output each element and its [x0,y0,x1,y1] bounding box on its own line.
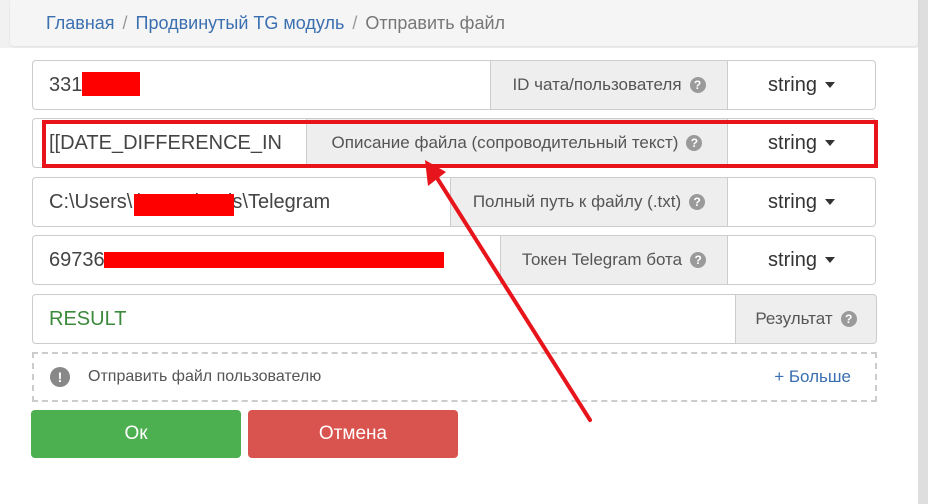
help-icon[interactable]: ? [690,252,707,268]
caret-down-icon [824,199,835,205]
file-path-input[interactable]: C:\Users\ \Downloads\Telegram [32,177,450,227]
annotation-highlight-box [42,120,878,168]
result-label-text: Результат [755,309,833,328]
cancel-button[interactable]: Отмена [248,410,458,458]
breadcrumb-home[interactable]: Главная [46,13,115,34]
breadcrumb-current: Отправить файл [365,12,506,33]
help-icon[interactable]: ? [689,77,706,93]
breadcrumb-separator: / [122,12,128,33]
redaction-mark [82,72,140,96]
redaction-mark [104,252,444,268]
info-icon: ! [50,367,70,387]
chat-id-type-dropdown[interactable]: string [728,60,876,110]
breadcrumb-module[interactable]: Продвинутый TG модуль [136,13,345,34]
breadcrumb: Главная / Продвинутый TG модуль / Отправ… [10,0,918,46]
file-path-label-text: Полный путь к файлу (.txt) [472,192,682,211]
type-label: string [768,73,817,96]
result-row: RESULT Результат ? [32,294,877,344]
more-link[interactable]: + Больше [774,367,851,387]
breadcrumb-separator: / [352,12,358,33]
ok-button[interactable]: Ок [31,410,241,458]
caret-down-icon [824,82,835,88]
file-path-label: Полный путь к файлу (.txt) ? [450,177,728,227]
file-path-type-dropdown[interactable]: string [728,177,876,227]
type-label: string [768,248,817,271]
bot-token-label-text: Токен Telegram бота [521,250,683,269]
redaction-mark [134,194,234,216]
bot-token-type-dropdown[interactable]: string [728,235,876,285]
type-label: string [768,190,817,213]
help-icon[interactable]: ? [840,311,857,327]
caret-down-icon [824,257,835,263]
chat-id-label-text: ID чата/пользователя [512,75,682,94]
scroll-strip [918,0,928,504]
result-input[interactable]: RESULT [32,294,735,344]
bot-token-label: Токен Telegram бота ? [500,235,728,285]
chat-id-label: ID чата/пользователя ? [490,60,728,110]
result-label: Результат ? [735,294,877,344]
chat-id-row: 331 0 ID чата/пользователя ? string [32,60,876,110]
help-icon[interactable]: ? [689,194,706,210]
more-panel-text: Отправить файл пользователю [88,368,322,385]
more-panel: ! Отправить файл пользователю + Больше [32,352,877,402]
